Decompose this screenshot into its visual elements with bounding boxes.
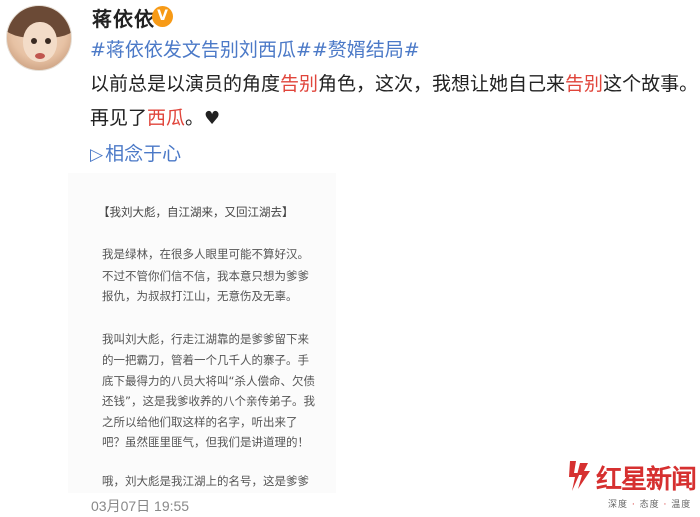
- watermark-subtitle: 深度 · 态度 · 温度: [608, 500, 692, 510]
- avatar-eye-left: [31, 38, 37, 44]
- document-line: 的一把霸刀，管着一个几千人的寨子。手: [102, 353, 309, 367]
- post-text-segment: 以前总是以演员的角度: [90, 73, 281, 95]
- document-line: 吧？虽然匪里匪气，但我们是讲道理的！: [102, 435, 309, 449]
- document-line: 还钱”，这是我爹收养的八个亲传弟子。我: [102, 394, 315, 408]
- watermark-word: 深度: [608, 500, 629, 510]
- document-line: 我叫刘大彪，行走江湖靠的是爹爹留下来: [102, 332, 309, 346]
- avatar-eye-right: [45, 38, 51, 44]
- post-timestamp[interactable]: 03月07日 19:55: [91, 496, 189, 516]
- highlight-text: 西瓜: [147, 107, 186, 129]
- highlight-text: 告别: [565, 73, 604, 95]
- document-line: 报仇，为叔叔打江山，无意伤及无辜。: [102, 289, 298, 303]
- post-text-segment: 。: [185, 107, 205, 129]
- document-line: 哦，刘大彪是我江湖上的名号，这是爹爹: [102, 474, 309, 488]
- post-text-segment: 这个故事。: [603, 73, 699, 95]
- watermark-word: 态度: [639, 500, 660, 510]
- document-line: 底下最得力的八员大将叫“杀人偿命、欠债: [102, 374, 315, 388]
- document-line: 不过不管你们信不信，我本意只想为爹爹: [102, 269, 309, 283]
- heart-icon: ♥: [204, 108, 221, 129]
- post-text-segment: 角色，这次，我想让她自己来: [318, 73, 566, 95]
- user-avatar[interactable]: [6, 5, 72, 71]
- red-star-logo-icon: [569, 461, 590, 491]
- post-body-line: 再见了西瓜。♥: [90, 104, 695, 133]
- post-body-line: 以前总是以演员的角度告别角色，这次，我想让她自己来告别这个故事。: [90, 70, 699, 98]
- highlight-text: 告别: [280, 73, 319, 95]
- hashtag-link[interactable]: #赘婿结局#: [312, 39, 420, 61]
- hashtag-link[interactable]: #蒋依依发文告别刘西瓜#: [90, 39, 312, 61]
- watermark-title: 红星新闻: [596, 465, 697, 495]
- avatar-mouth: [35, 53, 45, 59]
- post-hashtags-line: #蒋依依发文告别刘西瓜##赘婿结局#: [90, 36, 695, 64]
- news-watermark: 红星新闻 深度 · 态度 · 温度: [560, 457, 700, 515]
- post-text-segment: 再见了: [90, 107, 148, 129]
- document-line: 我是绿林，在很多人眼里可能不算好汉。: [102, 247, 309, 261]
- document-line: 之所以给他们取这样的名字，听出来了: [102, 415, 298, 429]
- link-label: 相念于心: [105, 143, 182, 165]
- verified-badge-icon: V: [152, 6, 173, 27]
- watermark-word: 温度: [671, 500, 692, 510]
- super-topic-link[interactable]: ▷ 相念于心: [90, 139, 181, 166]
- username[interactable]: 蒋依依: [92, 3, 155, 32]
- document-heading: 【我刘大彪，自江湖来，又回江湖去】: [98, 205, 294, 219]
- attached-image-document[interactable]: 【我刘大彪，自江湖来，又回江湖去】 我是绿林，在很多人眼里可能不算好汉。 不过不…: [68, 173, 336, 493]
- play-icon: ▷: [90, 145, 104, 165]
